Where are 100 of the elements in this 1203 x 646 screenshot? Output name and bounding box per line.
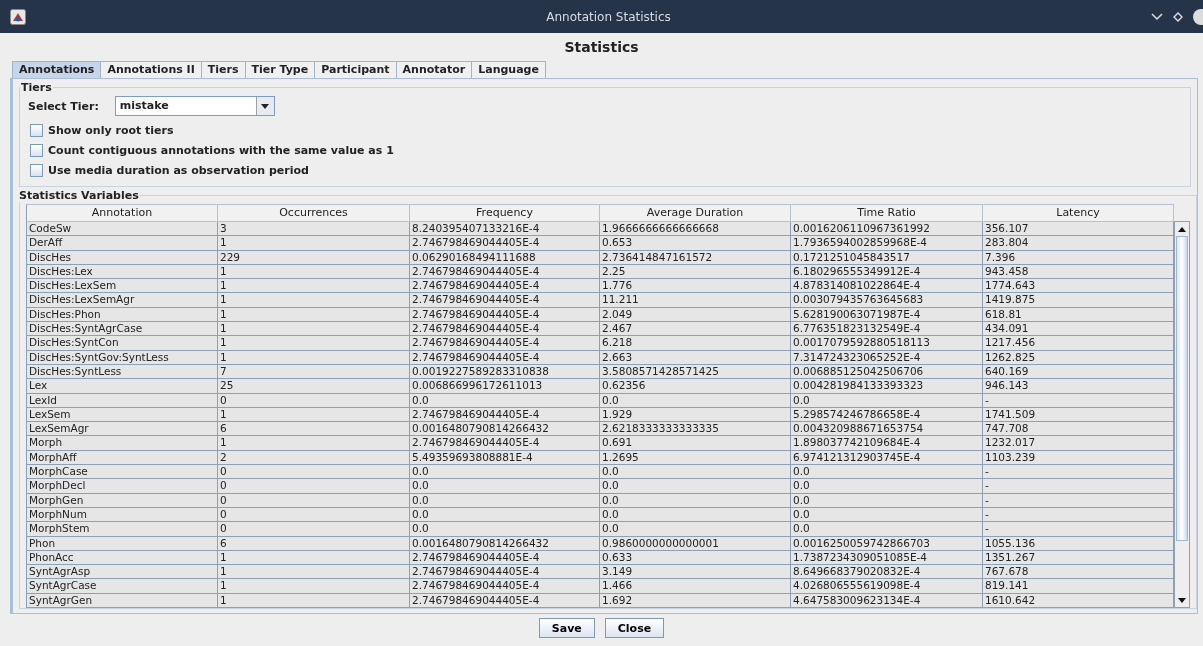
scroll-up-icon[interactable] xyxy=(1178,226,1186,232)
table-cell: 0 xyxy=(218,522,410,537)
table-cell: 2.746798469044405E-4 xyxy=(410,565,600,580)
tab[interactable]: Participant xyxy=(314,61,397,78)
table-cell: 767.678 xyxy=(983,565,1174,580)
dialog-button[interactable]: Save xyxy=(538,618,595,638)
table-cell: 2.746798469044405E-4 xyxy=(410,322,600,337)
scrollbar[interactable] xyxy=(1174,221,1190,608)
table-cell: 1.898037742109684E-4 xyxy=(791,436,983,451)
table-cell: 0.0 xyxy=(410,465,600,480)
table-cell: MorphStem xyxy=(26,522,218,537)
table-cell: SyntAgrAsp xyxy=(26,565,218,580)
column-header[interactable]: Frequency xyxy=(410,204,600,222)
table-cell: 1 xyxy=(218,293,410,308)
close-icon[interactable] xyxy=(1193,8,1203,25)
table-cell: 1419.875 xyxy=(983,293,1174,308)
table-cell: DerAff xyxy=(26,236,218,251)
table-cell: 8.240395407133216E-4 xyxy=(410,222,600,237)
select-label: Select Tier: xyxy=(28,99,99,113)
table-cell: 8.649668379020832E-4 xyxy=(791,565,983,580)
group-title: Statistics Variables xyxy=(18,189,140,202)
table-cell: LexSemAgr xyxy=(26,422,218,437)
table-cell: Lex xyxy=(26,379,218,394)
table-cell: 0.004281984133393323 xyxy=(791,379,983,394)
column-header[interactable]: Latency xyxy=(983,204,1174,222)
table-cell: 11.211 xyxy=(600,293,791,308)
table-cell: 1232.017 xyxy=(983,436,1174,451)
tab[interactable]: Tier Type xyxy=(244,61,316,78)
checkbox[interactable] xyxy=(30,143,43,157)
table-cell: 747.708 xyxy=(983,422,1174,437)
tier-dropdown[interactable]: mistake xyxy=(114,96,275,116)
table-cell: 0.0 xyxy=(600,522,791,537)
table-cell: 0.0 xyxy=(600,479,791,494)
tab[interactable]: Annotations xyxy=(12,61,102,78)
group-title: Tiers xyxy=(20,81,53,94)
table-cell: 0.62356 xyxy=(600,379,791,394)
table-cell: 6.218 xyxy=(600,336,791,351)
table-cell: 0.006866996172611013 xyxy=(410,379,600,394)
dialog-button[interactable]: Close xyxy=(604,618,665,638)
table-cell: 0.653 xyxy=(600,236,791,251)
table-cell: 2.467 xyxy=(600,322,791,337)
table-cell: 0.003079435763645683 xyxy=(791,293,983,308)
table-cell: 1 xyxy=(218,565,410,580)
table-cell: 0.0016480790814266432 xyxy=(410,422,600,437)
table-cell: 946.143 xyxy=(983,379,1174,394)
checkbox-label: Use media duration as observation period xyxy=(48,163,309,177)
table-cell: 2.746798469044405E-4 xyxy=(410,336,600,351)
table-cell: - xyxy=(983,479,1174,494)
caret-icon xyxy=(261,103,270,109)
checkbox[interactable] xyxy=(30,123,43,137)
table-cell: DiscHes:LexSem xyxy=(26,279,218,294)
table-cell: 0.0 xyxy=(410,479,600,494)
table-cell: 2.746798469044405E-4 xyxy=(410,279,600,294)
minimize-icon[interactable] xyxy=(1151,12,1163,21)
table-cell: DiscHes:SyntAgrCase xyxy=(26,322,218,337)
column-header[interactable]: Occurrences xyxy=(218,204,410,222)
table-cell: Morph xyxy=(26,436,218,451)
checkbox[interactable] xyxy=(30,163,43,177)
table-cell: 6.776351823132549E-4 xyxy=(791,322,983,337)
table-cell: 1217.456 xyxy=(983,336,1174,351)
table-cell: - xyxy=(983,522,1174,537)
app-icon xyxy=(10,8,26,25)
scroll-down-icon[interactable] xyxy=(1178,597,1186,603)
table-cell: 0.0 xyxy=(791,522,983,537)
table-cell: MorphCase xyxy=(26,465,218,480)
table-cell: 0.004320988671653754 xyxy=(791,422,983,437)
table-cell: CodeSw xyxy=(26,222,218,237)
tab[interactable]: Language xyxy=(471,61,546,78)
table-cell: DiscHes:SyntCon xyxy=(26,336,218,351)
table-cell: 6 xyxy=(218,422,410,437)
table-cell: SyntAgrCase xyxy=(26,579,218,594)
table-cell: 1 xyxy=(218,436,410,451)
table-cell: 3.149 xyxy=(600,565,791,580)
table-cell: 0 xyxy=(218,465,410,480)
table-cell: 0 xyxy=(218,479,410,494)
column-header[interactable]: Time Ratio xyxy=(791,204,983,222)
table-cell: 0.0016206110967361992 xyxy=(791,222,983,237)
column-header[interactable]: Average Duration xyxy=(600,204,791,222)
column-header[interactable]: Annotation xyxy=(26,204,218,222)
table-cell: 434.091 xyxy=(983,322,1174,337)
table-cell: 1.776 xyxy=(600,279,791,294)
table-cell: MorphDecl xyxy=(26,479,218,494)
checkbox-label: Show only root tiers xyxy=(48,123,174,137)
table-cell: 4.026806555619098E-4 xyxy=(791,579,983,594)
table-cell: 0.0017079592880518113 xyxy=(791,336,983,351)
table-cell: 1 xyxy=(218,236,410,251)
table-cell: 0.0 xyxy=(600,465,791,480)
window-title: Annotation Statistics xyxy=(545,9,672,24)
table-cell: 0.0 xyxy=(410,522,600,537)
table-cell: 3 xyxy=(218,222,410,237)
table-cell: 2.746798469044405E-4 xyxy=(410,579,600,594)
table-cell: 0.0 xyxy=(791,465,983,480)
table-cell: 1 xyxy=(218,336,410,351)
table-cell: 1.9666666666666668 xyxy=(600,222,791,237)
table-cell: 4.878314081022864E-4 xyxy=(791,279,983,294)
table-cell: DiscHes:LexSemAgr xyxy=(26,293,218,308)
maximize-icon[interactable] xyxy=(1173,11,1183,22)
table-cell: 1774.643 xyxy=(983,279,1174,294)
table-cell: 1.7936594002859968E-4 xyxy=(791,236,983,251)
table-cell: 25 xyxy=(218,379,410,394)
